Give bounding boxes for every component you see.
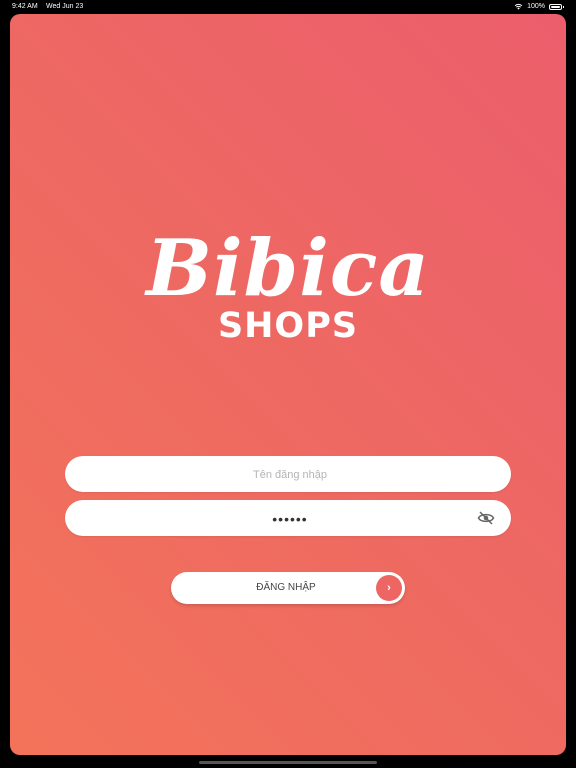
status-time: 9:42 AM	[12, 3, 38, 10]
chevron-right-icon: ›	[376, 575, 402, 601]
login-button[interactable]: ĐĂNG NHẬP ›	[171, 572, 405, 604]
wifi-icon	[514, 3, 523, 10]
battery-percent: 100%	[527, 3, 545, 10]
battery-icon	[549, 3, 564, 10]
login-screen: Bibica SHOPS ĐĂNG NHẬP ›	[10, 14, 566, 755]
username-input[interactable]	[65, 456, 515, 494]
password-input[interactable]	[65, 500, 515, 538]
username-field[interactable]	[65, 456, 515, 494]
home-indicator	[199, 761, 377, 764]
login-button-label: ĐĂNG NHẬP	[256, 582, 316, 593]
logo-brand: Bibica	[146, 223, 430, 314]
status-bar: 9:42 AM Wed Jun 23 100%	[0, 0, 576, 13]
logo-subtitle: SHOPS	[217, 306, 359, 346]
status-right: 100%	[514, 0, 564, 13]
app-logo: Bibica SHOPS	[10, 223, 566, 346]
eye-off-icon[interactable]	[477, 509, 495, 527]
status-date: Wed Jun 23	[46, 3, 84, 10]
password-field[interactable]	[65, 500, 515, 538]
